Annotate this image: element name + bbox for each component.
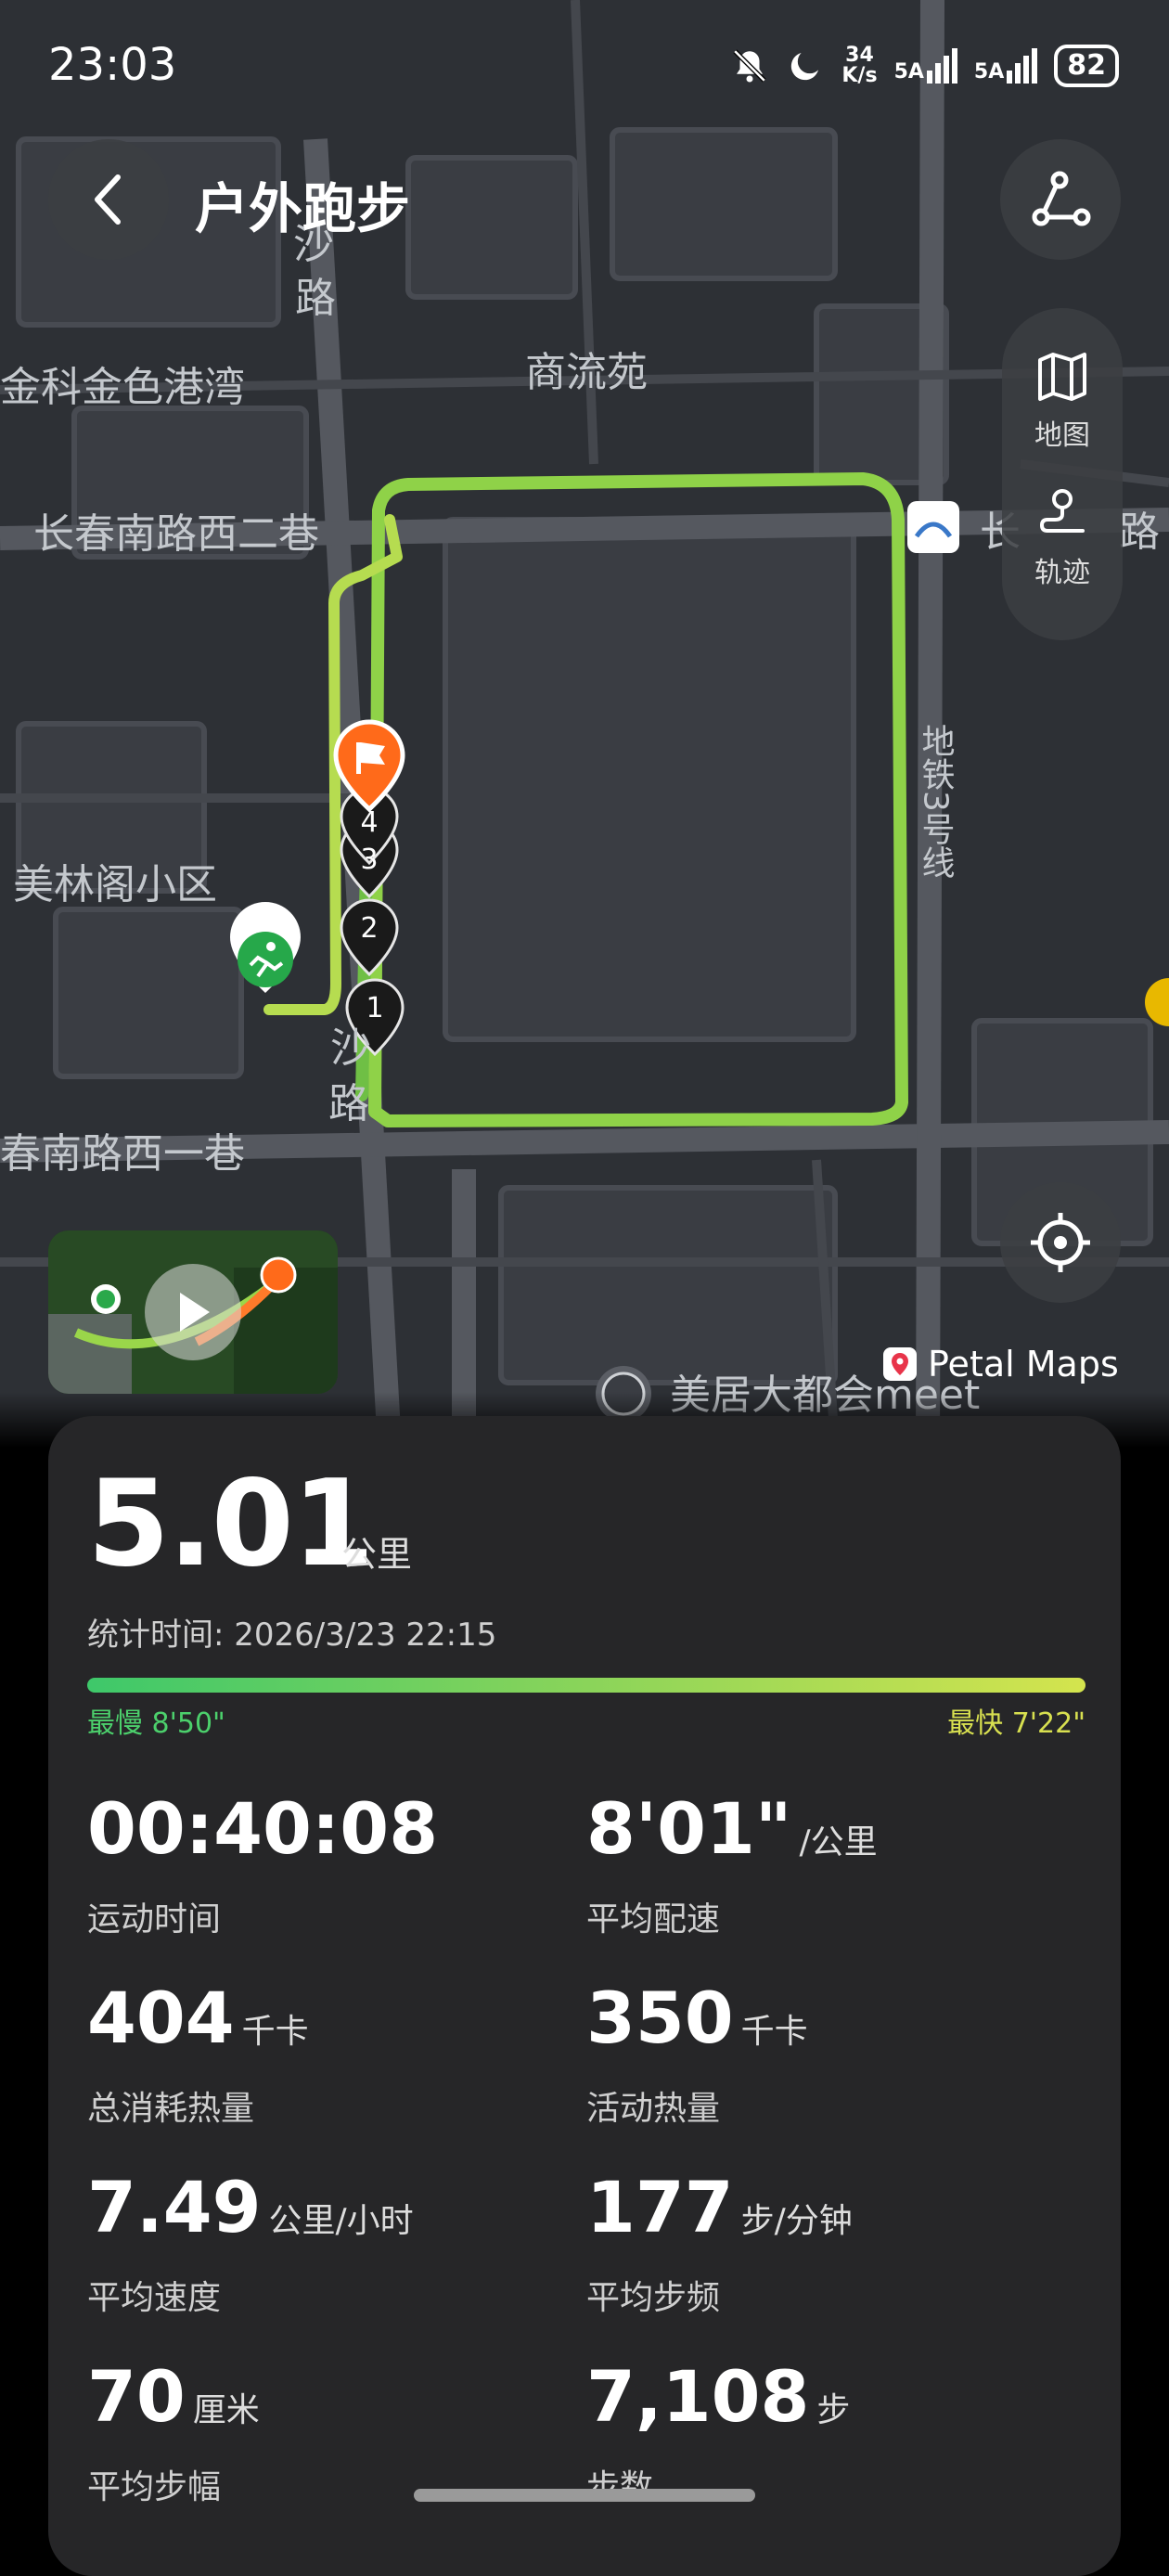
map-button-label: 地图 [1034, 419, 1090, 452]
moon-icon [791, 53, 819, 81]
battery-icon: 82 [1054, 45, 1119, 87]
track-button[interactable]: 轨迹 [1002, 486, 1123, 590]
metric-active-calories: 350 千卡 活动热量 [586, 1977, 808, 2128]
chevron-left-icon [95, 174, 121, 225]
map-attribution: Petal Maps [881, 1344, 1119, 1385]
map-label: 长春南路西二巷 [33, 510, 319, 558]
map-label: 金科金色港湾 [0, 364, 245, 411]
bell-muted-icon [733, 49, 766, 83]
map-label: 商流苑 [525, 349, 648, 396]
signal-icon: 5A [974, 48, 1038, 84]
metric-avg-cadence: 177 步/分钟 平均步频 [586, 2166, 853, 2317]
metric-total-calories: 404 千卡 总消耗热量 [87, 1977, 309, 2128]
map-label: 路 [1119, 509, 1160, 556]
pace-fastest: 最快 7'22" [947, 1707, 1086, 1740]
signal-icon: 5A [894, 48, 957, 84]
route-km-marker: 1 [366, 992, 383, 1024]
route-share-icon [1032, 171, 1091, 226]
map-label: 路 [295, 275, 336, 322]
track-button-label: 轨迹 [1034, 557, 1090, 589]
map-side-panel: 地图 轨迹 [1002, 308, 1123, 640]
metric-avg-pace: 8'01"/公里 平均配速 [586, 1787, 878, 1938]
home-indicator[interactable] [414, 2489, 755, 2502]
status-icons: 34 K/s 5A 5A 82 [730, 45, 1119, 87]
map-label: 路 [328, 1080, 369, 1127]
page-title: 户外跑步 [195, 177, 411, 240]
metric-duration: 00:40:08 运动时间 [87, 1787, 439, 1938]
metric-avg-speed: 7.49 公里/小时 平均速度 [87, 2166, 414, 2317]
map-label: 美林阁小区 [13, 861, 217, 908]
route-replay-thumbnail[interactable] [48, 1230, 338, 1394]
distance-unit: 公里 [341, 1534, 413, 1575]
distance-value: 5.01 [87, 1455, 375, 1593]
workout-summary-card: 5.01 公里 统计时间: 2026/3/23 22:15 最慢 8'50" 最… [48, 1416, 1121, 2576]
map-label-metro: 地铁3号线 [917, 724, 955, 879]
pace-slowest: 最慢 8'50" [87, 1707, 225, 1740]
map-label: 沙 [330, 1024, 371, 1072]
play-button[interactable] [145, 1264, 241, 1360]
map-layer-button[interactable]: 地图 [1002, 349, 1123, 453]
play-icon [180, 1293, 210, 1332]
metric-avg-stride: 70 厘米 平均步幅 [87, 2355, 260, 2506]
route-share-button[interactable] [1000, 139, 1121, 260]
status-bar: 23:03 34 K/s 5A 5A 82 [0, 0, 1169, 139]
petal-maps-logo-icon [883, 1347, 917, 1381]
map-icon [1038, 353, 1086, 401]
map-label: 春南路西一巷 [0, 1130, 245, 1178]
track-icon [1039, 489, 1085, 533]
crosshair-icon [1031, 1213, 1090, 1272]
network-speed: 34 K/s [841, 44, 878, 87]
stat-time: 统计时间: 2026/3/23 22:15 [87, 1616, 497, 1654]
locate-button[interactable] [1000, 1182, 1121, 1303]
route-km-marker: 3 [360, 844, 378, 876]
route-km-marker: 2 [360, 912, 378, 945]
status-time: 23:03 [48, 39, 177, 91]
metric-steps: 7,108 步 步数 [586, 2355, 851, 2506]
back-button[interactable] [48, 139, 169, 260]
pace-gradient-bar [87, 1678, 1086, 1693]
